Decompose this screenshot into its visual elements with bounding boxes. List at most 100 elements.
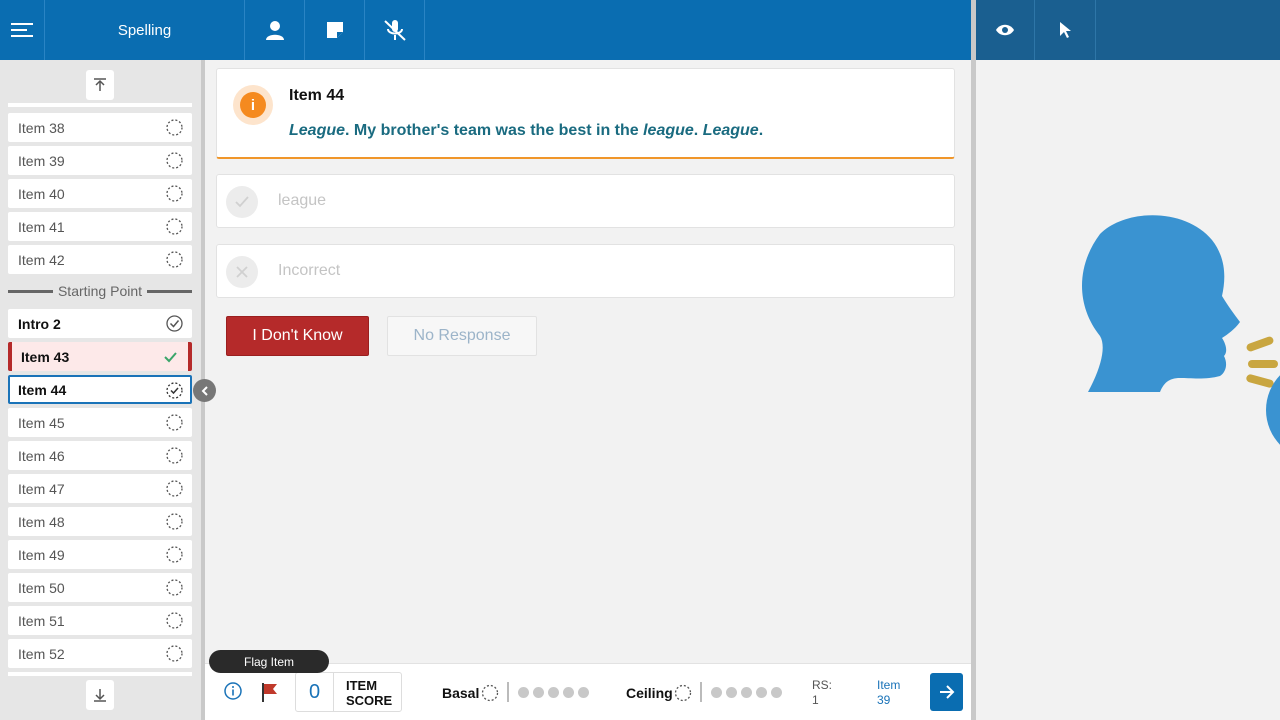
dont-know-button[interactable]: I Don't Know xyxy=(226,316,369,356)
not-started-icon xyxy=(166,645,183,662)
not-started-icon xyxy=(166,414,183,431)
raw-score-label: RS: xyxy=(812,678,833,692)
flag-item-tooltip: Flag Item xyxy=(209,650,329,673)
sidebar-item[interactable]: Item 45 xyxy=(8,408,192,437)
not-started-icon xyxy=(166,612,183,629)
note-icon xyxy=(326,22,343,38)
examinee-view-panel xyxy=(976,60,1280,720)
sidebar-item[interactable]: Item 49 xyxy=(8,540,192,569)
sidebar-item[interactable]: Item 40 xyxy=(8,179,192,208)
sidebar-item[interactable]: Item 41 xyxy=(8,212,192,241)
info-icon: i xyxy=(240,92,266,118)
info-button[interactable] xyxy=(224,682,244,702)
basal-progress-dots xyxy=(518,687,589,698)
check-icon xyxy=(164,352,177,363)
progress-dot xyxy=(533,687,544,698)
sidebar-item[interactable]: Item 52 xyxy=(8,639,192,668)
item-title: Item 44 xyxy=(289,87,345,104)
sidebar-item-label: Item 48 xyxy=(18,513,65,530)
prompt-sentence-part: . xyxy=(758,122,764,139)
sidebar-item-label: Item 50 xyxy=(18,579,65,596)
not-started-icon xyxy=(166,218,183,235)
not-started-icon xyxy=(166,546,183,563)
basal-status-icon xyxy=(481,684,499,702)
progress-dot xyxy=(771,687,782,698)
not-started-icon xyxy=(166,152,183,169)
sidebar-item[interactable]: Item 38 xyxy=(8,113,192,142)
progress-dot xyxy=(726,687,737,698)
arrow-down-to-bottom-icon xyxy=(94,689,106,702)
next-item-button[interactable] xyxy=(930,673,963,711)
sidebar-item-label: Item 41 xyxy=(18,218,65,235)
raw-score-value: 1 xyxy=(812,693,819,707)
notes-button[interactable] xyxy=(305,0,365,60)
info-badge: i xyxy=(233,85,273,125)
sidebar-item-label: Item 45 xyxy=(18,414,65,431)
sidebar-item[interactable]: Item 48 xyxy=(8,507,192,536)
sidebar-item-label: Item 42 xyxy=(18,251,65,268)
correct-response-label: league xyxy=(278,192,327,209)
menu-icon xyxy=(11,23,33,37)
not-started-icon xyxy=(166,251,183,268)
prompt-word-inline: league xyxy=(643,122,694,139)
sidebar-item[interactable]: Item 47 xyxy=(8,474,192,503)
check-circle-icon xyxy=(166,315,183,332)
sidebar-item[interactable]: Item 51 xyxy=(8,606,192,635)
raw-score: RS: 1 xyxy=(812,678,832,708)
page-title: Spelling xyxy=(117,21,172,39)
prompt-card: i Item 44 League. My brother's team was … xyxy=(216,68,955,159)
sidebar-item[interactable]: Item 46 xyxy=(8,441,192,470)
sidebar-item[interactable]: Item 50 xyxy=(8,573,192,602)
scroll-bottom-button[interactable] xyxy=(86,680,114,710)
starting-point-label: Starting Point xyxy=(57,283,143,299)
no-response-button[interactable]: No Response xyxy=(387,316,537,356)
person-icon xyxy=(265,21,284,40)
sidebar-item-label: Item 43 xyxy=(21,348,70,365)
last-item-link[interactable]: Item 39 xyxy=(877,678,900,708)
ceiling-status-icon xyxy=(674,684,692,702)
correct-response-option[interactable]: league xyxy=(216,174,955,228)
mic-off-button[interactable] xyxy=(365,0,425,60)
incorrect-response-option[interactable]: Incorrect xyxy=(216,244,955,298)
view-button[interactable] xyxy=(976,0,1035,60)
scroll-top-button[interactable] xyxy=(86,70,114,100)
sidebar-item-44[interactable]: Item 44 xyxy=(8,375,192,404)
item-score-label: ITEM SCORE xyxy=(346,678,392,708)
sidebar-item-43[interactable]: Item 43 xyxy=(8,342,192,371)
sidebar-item-label: Item 52 xyxy=(18,645,65,662)
not-started-icon xyxy=(166,119,183,136)
top-bar-right xyxy=(976,0,1280,60)
sidebar-item-intro-2[interactable]: Intro 2 xyxy=(8,309,192,338)
pointer-button[interactable] xyxy=(1035,0,1096,60)
sidebar-item[interactable]: Item 42 xyxy=(8,245,192,274)
sidebar-item-label: Intro 2 xyxy=(18,315,61,332)
check-icon xyxy=(226,186,258,218)
item-score-label-line: SCORE xyxy=(346,693,393,708)
progress-dot xyxy=(518,687,529,698)
examinee-button[interactable] xyxy=(245,0,305,60)
item-score-box: 0 ITEM SCORE xyxy=(295,672,402,712)
progress-dot xyxy=(563,687,574,698)
flag-item-button[interactable] xyxy=(260,681,280,703)
not-started-icon xyxy=(166,480,183,497)
divider xyxy=(507,682,509,702)
basal-label: Basal xyxy=(442,685,480,701)
eye-icon xyxy=(996,24,1014,36)
ceiling-progress-dots xyxy=(711,687,782,698)
top-bar: Spelling xyxy=(0,0,971,60)
sidebar-item-label: Item 46 xyxy=(18,447,65,464)
collapse-sidebar-button[interactable] xyxy=(193,379,216,402)
starting-point-divider: Starting Point xyxy=(8,282,192,300)
close-icon xyxy=(226,256,258,288)
sidebar-item[interactable]: Item 39 xyxy=(8,146,192,175)
menu-button[interactable] xyxy=(0,0,45,60)
progress-dot xyxy=(711,687,722,698)
mic-off-icon xyxy=(383,20,406,41)
sidebar-item-label: Item 38 xyxy=(18,119,65,136)
sidebar-item-label: Item 49 xyxy=(18,546,65,563)
sidebar-item-label: Item 39 xyxy=(18,152,65,169)
prompt-word: League xyxy=(289,122,346,139)
divider xyxy=(700,682,702,702)
progress-dot xyxy=(548,687,559,698)
progress-dot xyxy=(741,687,752,698)
